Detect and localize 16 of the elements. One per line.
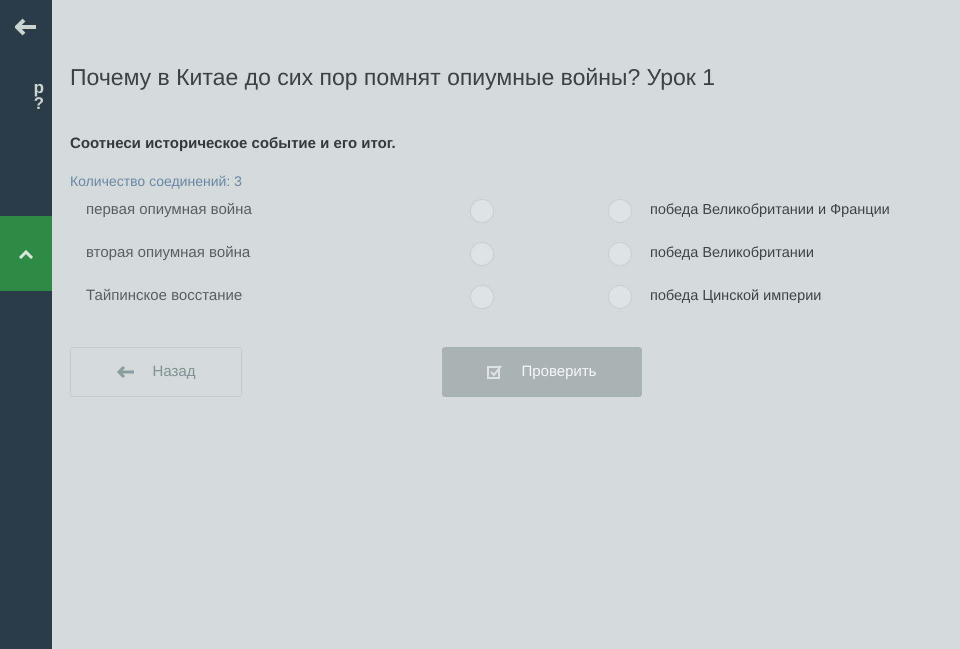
outcome-item[interactable]: победа Цинской империи	[650, 286, 822, 308]
left-arrow-icon	[116, 366, 134, 378]
chevron-up-icon[interactable]	[18, 248, 34, 258]
outcome-item[interactable]: победа Великобритании	[650, 242, 814, 264]
outcome-item[interactable]: победа Великобритании и Франции	[650, 200, 890, 222]
event-item[interactable]: Тайпинское восстание	[70, 285, 470, 308]
sidebar-text: р	[34, 80, 44, 96]
event-item[interactable]: вторая опиумная война	[70, 242, 470, 265]
back-arrow-icon[interactable]	[15, 18, 37, 36]
connection-count: Количество соединений: 3	[70, 172, 243, 191]
sidebar-text: ?	[34, 96, 44, 112]
back-button[interactable]: Назад	[70, 347, 242, 397]
event-item[interactable]: первая опиумная война	[70, 199, 470, 222]
instruction: Соотнеси историческое событие и его итог.	[70, 134, 397, 154]
checkbox-icon	[487, 364, 504, 380]
lesson-title: Почему в Китае до сих пор помнят опиумные войны? Урок 1	[70, 63, 716, 92]
